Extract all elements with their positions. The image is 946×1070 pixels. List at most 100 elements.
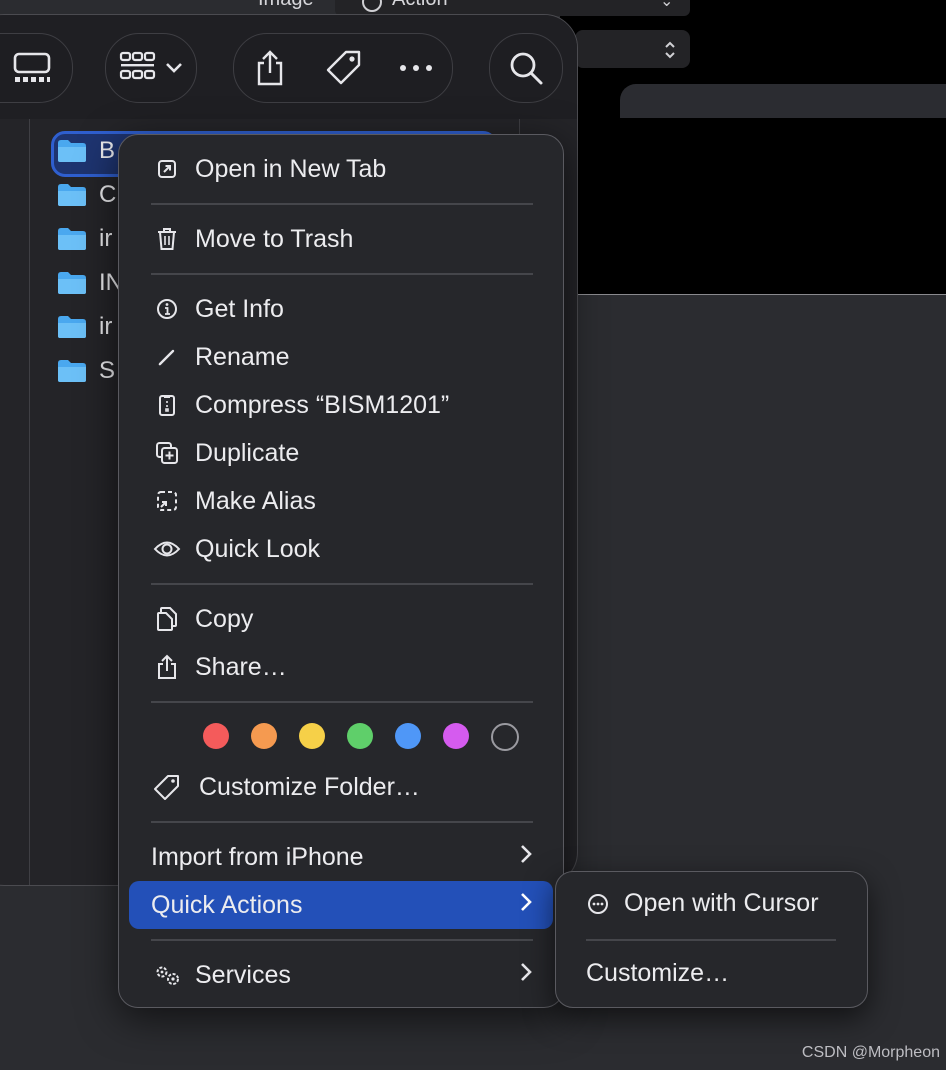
- menu-item-rename[interactable]: Rename: [119, 335, 563, 379]
- menu-item-get-info[interactable]: Get Info: [119, 287, 563, 331]
- pencil-icon: [153, 343, 181, 371]
- tab-strip: [620, 84, 946, 118]
- action-button-group: [233, 33, 453, 103]
- archive-icon: [153, 391, 181, 419]
- tag-gray[interactable]: [491, 723, 519, 751]
- menu-item-compress[interactable]: Compress “BISM1201”: [119, 383, 563, 427]
- folder-item[interactable]: ir: [57, 309, 112, 345]
- folder-item[interactable]: B: [57, 133, 115, 169]
- ellipsis-icon[interactable]: [396, 34, 436, 102]
- menu-separator: [151, 203, 533, 205]
- menu-item-label: Open in New Tab: [195, 154, 387, 183]
- menu-item-customize-folder[interactable]: Customize Folder…: [119, 765, 563, 809]
- secondary-popup[interactable]: [575, 30, 690, 68]
- chevron-right-icon: [519, 961, 533, 990]
- finder-toolbar: [0, 15, 577, 119]
- tag-blue[interactable]: [395, 723, 421, 749]
- menu-item-open-in-new-tab[interactable]: Open in New Tab: [119, 147, 563, 191]
- ellipsis-circle-icon: [586, 892, 610, 916]
- menu-item-services[interactable]: Services: [119, 953, 563, 997]
- search-icon: [504, 34, 548, 102]
- menu-separator: [151, 701, 533, 703]
- eye-icon: [153, 535, 181, 563]
- folder-name: S: [99, 357, 116, 384]
- menu-item-label: Copy: [195, 604, 254, 633]
- view-mode-button[interactable]: [0, 33, 73, 103]
- watermark: CSDN @Morpheon: [801, 1044, 940, 1061]
- menu-item-label: Compress “BISM1201”: [195, 390, 450, 419]
- copy-icon: [153, 605, 181, 633]
- tag-icon[interactable]: [322, 34, 366, 102]
- menu-item-move-to-trash[interactable]: Move to Trash: [119, 217, 563, 261]
- menu-item-label: Services: [195, 960, 291, 989]
- grid-group-icon: [116, 34, 160, 102]
- alias-icon: [153, 487, 181, 515]
- folder-item[interactable]: S: [57, 353, 115, 389]
- tag-icon: [153, 773, 181, 801]
- open-with-cursor-item[interactable]: Open with Cursor: [624, 889, 819, 918]
- menu-item-label: Import from iPhone: [151, 842, 364, 871]
- menu-item-share[interactable]: Share…: [119, 645, 563, 689]
- menu-item-import-from-iphone[interactable]: Import from iPhone: [119, 835, 563, 879]
- menu-item-copy[interactable]: Copy: [119, 597, 563, 641]
- menu-item-label: Make Alias: [195, 486, 316, 515]
- tag-green[interactable]: [347, 723, 373, 749]
- menu-item-label: Rename: [195, 342, 290, 371]
- duplicate-icon: [153, 439, 181, 467]
- share-icon: [153, 653, 181, 681]
- folder-icon: [58, 360, 86, 382]
- tag-orange[interactable]: [251, 723, 277, 749]
- image-popup-label: Image: [258, 0, 314, 11]
- menu-separator: [151, 821, 533, 823]
- folder-item[interactable]: IN: [57, 265, 123, 301]
- folder-item[interactable]: ir: [57, 221, 112, 257]
- menu-item-make-alias[interactable]: Make Alias: [119, 479, 563, 523]
- chevron-down-icon: [162, 34, 186, 102]
- menu-item-label: Move to Trash: [195, 224, 354, 253]
- folder-name: B: [99, 137, 116, 164]
- menu-item-label: Get Info: [195, 294, 284, 323]
- folder-icon: [58, 316, 86, 338]
- menu-item-label: Customize Folder…: [199, 772, 420, 801]
- menu-item-quick-actions[interactable]: Quick Actions: [119, 883, 563, 927]
- gallery-view-icon: [10, 34, 54, 102]
- folder-icon: [58, 140, 86, 162]
- folder-icon: [58, 272, 86, 294]
- quick-actions-submenu: Open with Cursor Customize…: [555, 871, 868, 1008]
- folder-name: C: [99, 181, 117, 208]
- tab-corner: [580, 84, 620, 118]
- tag-purple[interactable]: [443, 723, 469, 749]
- chevron-right-icon: [519, 843, 533, 872]
- search-button[interactable]: [489, 33, 563, 103]
- menu-separator: [586, 939, 836, 941]
- share-icon[interactable]: [250, 34, 290, 102]
- open-in-new-tab-icon: [153, 155, 181, 183]
- chevron-down-icon: ⌄: [660, 0, 674, 10]
- menu-item-duplicate[interactable]: Duplicate: [119, 431, 563, 475]
- folder-icon: [58, 184, 86, 206]
- folder-icon: [58, 228, 86, 250]
- gears-icon: [153, 961, 181, 989]
- updown-chevron-icon: [665, 41, 675, 59]
- menu-item-label: Quick Actions: [151, 890, 303, 919]
- menu-item-label: Share…: [195, 652, 287, 681]
- group-by-button[interactable]: [105, 33, 197, 103]
- info-icon: [153, 295, 181, 323]
- menu-separator: [151, 583, 533, 585]
- trash-icon: [153, 225, 181, 253]
- menu-separator: [151, 939, 533, 941]
- sidebar-divider: [29, 119, 30, 885]
- context-menu: Open in New Tab Move to Trash Get Info R…: [118, 134, 564, 1008]
- menu-separator: [151, 273, 533, 275]
- menu-item-quick-look[interactable]: Quick Look: [119, 527, 563, 571]
- customize-item[interactable]: Customize…: [586, 959, 729, 988]
- folder-name: ir: [99, 313, 113, 340]
- tag-yellow[interactable]: [299, 723, 325, 749]
- menu-item-label: Quick Look: [195, 534, 321, 563]
- folder-item[interactable]: C: [57, 177, 116, 213]
- image-popup-value: Action: [392, 0, 448, 11]
- folder-name: ir: [99, 225, 113, 252]
- chevron-right-icon: [519, 891, 533, 920]
- menu-item-label: Duplicate: [195, 438, 300, 467]
- tag-red[interactable]: [203, 723, 229, 749]
